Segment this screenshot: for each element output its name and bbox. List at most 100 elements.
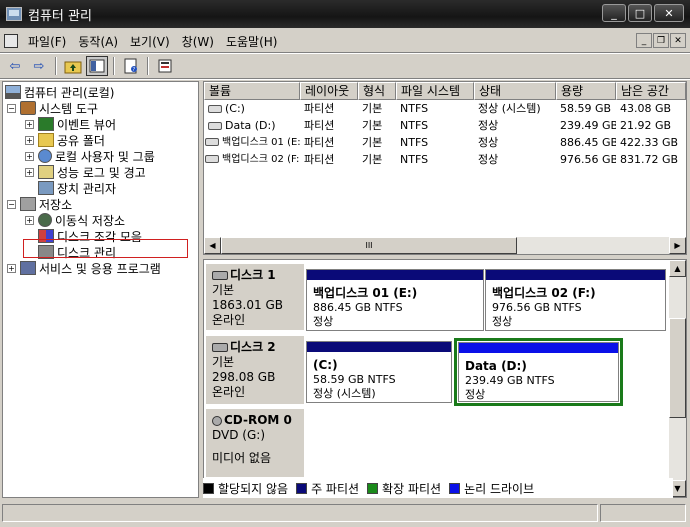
- partition-data-d[interactable]: Data (D:) 239.49 GB NTFS 정상: [458, 342, 619, 402]
- scroll-right-button[interactable]: ▶: [669, 237, 686, 254]
- table-row[interactable]: 백업디스크 01 (E:) 파티션 기본 NTFS 정상 886.45 GB 4…: [204, 134, 686, 151]
- up-folder-icon[interactable]: [62, 56, 84, 76]
- legend-swatch-unallocated: [203, 482, 214, 494]
- collapse-toggle[interactable]: −: [7, 199, 16, 209]
- table-row[interactable]: 백업디스크 02 (F:) 파티션 기본 NTFS 정상 976.56 GB 8…: [204, 151, 686, 168]
- tree-label: 장치 관리자: [57, 181, 117, 196]
- legend-label: 주 파티션: [311, 481, 360, 496]
- partition-name: Data (D:): [465, 359, 527, 373]
- volume-icon: [208, 105, 222, 113]
- tree-node-local-users[interactable]: + 로컬 사용자 및 그룹: [25, 148, 155, 164]
- tree-node-shared-folders[interactable]: + 공유 폴더: [25, 132, 105, 148]
- column-header-status[interactable]: 상태: [474, 82, 556, 100]
- title-bar[interactable]: 컴퓨터 관리 _ □ ✕: [0, 0, 690, 28]
- disk-2-label[interactable]: 디스크 2 기본 298.08 GB 온라인: [206, 336, 304, 404]
- cdrom-0-label[interactable]: CD-ROM 0 DVD (G:) 미디어 없음: [206, 409, 304, 477]
- properties-icon[interactable]: ?: [120, 56, 142, 76]
- tree-label: 성능 로그 및 경고: [57, 165, 146, 180]
- menu-window[interactable]: 창(W): [176, 33, 220, 50]
- scroll-left-button[interactable]: ◀: [204, 237, 221, 254]
- cdrom-icon: [212, 415, 222, 426]
- column-header-layout[interactable]: 레이아웃: [300, 82, 358, 100]
- help-topics-icon[interactable]: [154, 56, 176, 76]
- partition-status: 정상: [313, 315, 334, 328]
- forward-arrow-icon[interactable]: ⇨: [28, 56, 50, 76]
- console-tree[interactable]: 컴퓨터 관리(로컬) − 시스템 도구 + 이벤트 뷰어 + 공유 폴더 + 로…: [2, 81, 199, 498]
- cell-capacity: 976.56 GB: [560, 153, 616, 166]
- menu-file[interactable]: 파일(F): [22, 33, 72, 50]
- disk-icon: [212, 343, 228, 352]
- cell-filesystem: NTFS: [400, 153, 429, 166]
- disk-type: 기본: [212, 283, 235, 297]
- minimize-button[interactable]: _: [602, 4, 626, 22]
- mdi-minimize-button[interactable]: _: [636, 33, 652, 48]
- legend-swatch-logical: [449, 482, 461, 494]
- partition-size: 58.59 GB NTFS: [313, 373, 396, 386]
- tree-node-system-tools[interactable]: − 시스템 도구: [7, 100, 98, 116]
- mdi-document-icon[interactable]: [4, 34, 18, 48]
- expand-toggle[interactable]: +: [25, 135, 34, 145]
- column-header-volume[interactable]: 볼륨: [204, 82, 300, 100]
- column-header-filesystem[interactable]: 파일 시스템: [396, 82, 474, 100]
- disk-name: CD-ROM 0: [224, 413, 292, 427]
- menu-help[interactable]: 도움말(H): [220, 33, 284, 50]
- cell-type: 기본: [362, 102, 383, 115]
- menu-action[interactable]: 동작(A): [72, 33, 124, 50]
- collapse-toggle[interactable]: −: [7, 103, 16, 113]
- vertical-scrollbar[interactable]: ▲ ▼: [669, 260, 686, 497]
- cell-status: 정상: [478, 119, 499, 132]
- partition-size: 239.49 GB NTFS: [465, 374, 555, 387]
- partition-c[interactable]: (C:) 58.59 GB NTFS 정상 (시스템): [306, 341, 452, 403]
- column-header-type[interactable]: 형식: [358, 82, 396, 100]
- menu-view[interactable]: 보기(V): [124, 33, 176, 50]
- legend-label: 확장 파티션: [382, 481, 442, 496]
- tree-node-services[interactable]: + 서비스 및 응용 프로그램: [7, 260, 161, 276]
- expand-toggle[interactable]: +: [25, 119, 34, 129]
- legend-item: 논리 드라이브: [449, 480, 534, 497]
- cell-type: 기본: [362, 119, 383, 132]
- back-arrow-icon[interactable]: ⇦: [4, 56, 26, 76]
- expand-toggle[interactable]: +: [25, 167, 34, 177]
- volume-list[interactable]: 볼륨 레이아웃 형식 파일 시스템 상태 용량 남은 공간 (C:) 파티션 기…: [203, 81, 687, 255]
- expand-toggle[interactable]: +: [7, 263, 16, 273]
- maximize-button[interactable]: □: [628, 4, 652, 22]
- computer-management-icon: [6, 7, 22, 21]
- disk-1-label[interactable]: 디스크 1 기본 1863.01 GB 온라인: [206, 264, 304, 330]
- tree-node-event-viewer[interactable]: + 이벤트 뷰어: [25, 116, 116, 132]
- column-header-capacity[interactable]: 용량: [556, 82, 616, 100]
- partition-backup-02[interactable]: 백업디스크 02 (F:) 976.56 GB NTFS 정상: [485, 269, 666, 331]
- status-bar: [0, 502, 690, 524]
- column-header-free-space[interactable]: 남은 공간: [616, 82, 686, 100]
- mdi-close-button[interactable]: ✕: [670, 33, 686, 48]
- computer-management-window: 컴퓨터 관리 _ □ ✕ 파일(F) 동작(A) 보기(V) 창(W) 도움말(…: [0, 0, 690, 527]
- table-row[interactable]: (C:) 파티션 기본 NTFS 정상 (시스템) 58.59 GB 43.08…: [204, 100, 686, 117]
- tree-node-removable-storage[interactable]: + 이동식 저장소: [25, 212, 125, 228]
- services-icon: [20, 261, 36, 275]
- partition-status: 정상: [492, 315, 513, 328]
- disk-map[interactable]: 디스크 1 기본 1863.01 GB 온라인 백업디스크 01 (E:) 88…: [203, 259, 687, 498]
- scroll-up-button[interactable]: ▲: [669, 260, 686, 277]
- scroll-thumb[interactable]: III: [221, 237, 517, 254]
- scroll-thumb[interactable]: [669, 318, 686, 418]
- tree-node-perf-logs[interactable]: + 성능 로그 및 경고: [25, 164, 146, 180]
- cell-status: 정상: [478, 153, 499, 166]
- performance-icon: [38, 165, 54, 179]
- tree-label: 로컬 사용자 및 그룹: [55, 149, 155, 164]
- status-pane-main: [2, 504, 598, 522]
- tree-label: 공유 폴더: [57, 133, 105, 148]
- expand-toggle[interactable]: +: [25, 215, 34, 225]
- expand-toggle[interactable]: +: [25, 151, 34, 161]
- tree-node-storage[interactable]: − 저장소: [7, 196, 72, 212]
- horizontal-scrollbar[interactable]: ◀ III ▶: [204, 237, 686, 254]
- close-button[interactable]: ✕: [654, 4, 684, 22]
- tree-node-root[interactable]: 컴퓨터 관리(로컬): [5, 84, 114, 100]
- tree-node-device-manager[interactable]: 장치 관리자: [38, 180, 116, 196]
- table-row[interactable]: Data (D:) 파티션 기본 NTFS 정상 239.49 GB 21.92…: [204, 117, 686, 134]
- cell-free-space: 43.08 GB: [620, 102, 672, 115]
- cell-layout: 파티션: [304, 153, 335, 166]
- show-hide-tree-icon[interactable]: [86, 56, 108, 76]
- partition-legend: 할당되지 않음 주 파티션 확장 파티션 논리 드라이브: [203, 478, 673, 498]
- cell-filesystem: NTFS: [400, 102, 429, 115]
- partition-backup-01[interactable]: 백업디스크 01 (E:) 886.45 GB NTFS 정상: [306, 269, 484, 331]
- mdi-restore-button[interactable]: ❐: [653, 33, 669, 48]
